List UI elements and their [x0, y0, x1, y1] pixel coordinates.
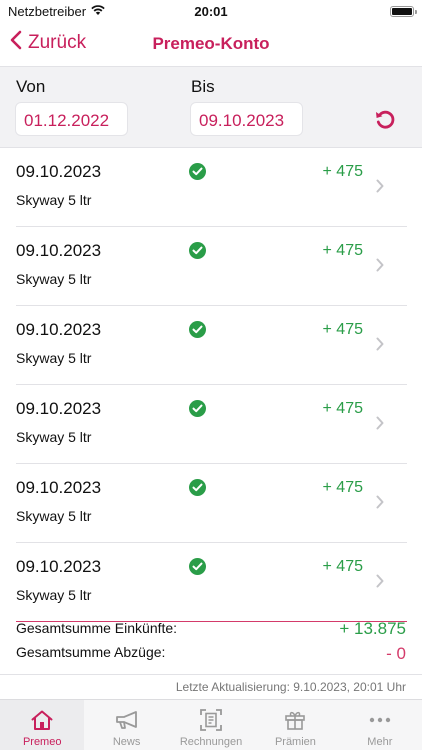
check-circle-icon [189, 479, 206, 496]
tab-label: Prämien [274, 736, 316, 748]
receipt-scan-icon [199, 708, 223, 732]
clock: 20:01 [194, 4, 228, 19]
transaction-row[interactable]: 09.10.2023 Skyway 5 ltr + 475 [0, 464, 422, 543]
transaction-date: 09.10.2023 [16, 478, 102, 497]
tab-rechnungen[interactable]: Rechnungen [169, 700, 253, 750]
chevron-right-icon [376, 337, 384, 356]
transaction-description: Skyway 5 ltr [16, 271, 92, 287]
check-circle-icon [189, 558, 206, 575]
tab-news[interactable]: News [84, 700, 168, 750]
tab-premeo[interactable]: Premeo [0, 700, 85, 750]
check-circle-icon [189, 321, 206, 338]
gift-icon [284, 708, 306, 732]
tab-label: Premeo [22, 736, 62, 748]
reset-filter-button[interactable] [371, 107, 399, 135]
chevron-right-icon [376, 574, 384, 593]
income-total-label: Gesamtsumme Einkünfte: [16, 620, 178, 636]
transaction-row[interactable]: 09.10.2023 Skyway 5 ltr + 475 [0, 543, 422, 622]
from-date-field[interactable]: 01.12.2022 [15, 102, 128, 136]
transaction-amount: + 475 [322, 479, 363, 496]
transaction-amount: + 475 [322, 400, 363, 417]
tab-label: News [112, 736, 141, 748]
transaction-row[interactable]: 09.10.2023 Skyway 5 ltr + 475 [0, 227, 422, 306]
refresh-icon [373, 107, 397, 136]
from-label: Von [16, 77, 46, 96]
tab-bar: Premeo News Rechnungen Prämien Mehr [0, 699, 422, 750]
chevron-right-icon [376, 179, 384, 198]
chevron-right-icon [376, 495, 384, 514]
date-filter: Von 01.12.2022 Bis 09.10.2023 [0, 66, 422, 148]
transaction-list: 09.10.2023 Skyway 5 ltr + 475 09.10.2023… [0, 148, 422, 622]
tab-label: Rechnungen [179, 736, 243, 748]
transaction-amount: + 475 [322, 242, 363, 259]
chevron-right-icon [376, 258, 384, 277]
transaction-description: Skyway 5 ltr [16, 508, 92, 524]
megaphone-icon [114, 708, 140, 732]
tab-praemien[interactable]: Prämien [253, 700, 337, 750]
tab-mehr[interactable]: Mehr [338, 700, 422, 750]
home-icon [30, 708, 54, 732]
divider [0, 674, 422, 675]
chevron-right-icon [376, 416, 384, 435]
income-total-value: + 13.875 [339, 619, 406, 638]
tab-label: Mehr [367, 736, 393, 748]
transaction-description: Skyway 5 ltr [16, 192, 92, 208]
transaction-amount: + 475 [322, 163, 363, 180]
transaction-date: 09.10.2023 [16, 241, 102, 260]
transaction-date: 09.10.2023 [16, 320, 102, 339]
chevron-left-icon [10, 30, 22, 56]
transaction-date: 09.10.2023 [16, 399, 102, 418]
to-label: Bis [191, 77, 215, 96]
deductions-total-label: Gesamtsumme Abzüge: [16, 644, 166, 660]
to-date-field[interactable]: 09.10.2023 [190, 102, 303, 136]
transaction-description: Skyway 5 ltr [16, 429, 92, 445]
check-circle-icon [189, 163, 206, 180]
deductions-total-value: - 0 [386, 644, 406, 663]
more-icon [369, 708, 391, 732]
transaction-date: 09.10.2023 [16, 162, 102, 181]
navigation-bar: Zurück Premeo-Konto [0, 24, 422, 66]
check-circle-icon [189, 400, 206, 417]
battery-icon [390, 6, 417, 17]
transaction-description: Skyway 5 ltr [16, 350, 92, 366]
transaction-row[interactable]: 09.10.2023 Skyway 5 ltr + 475 [0, 148, 422, 227]
transaction-row[interactable]: 09.10.2023 Skyway 5 ltr + 475 [0, 306, 422, 385]
transaction-description: Skyway 5 ltr [16, 587, 92, 603]
check-circle-icon [189, 242, 206, 259]
transaction-amount: + 475 [322, 321, 363, 338]
transaction-date: 09.10.2023 [16, 557, 102, 576]
back-button[interactable]: Zurück [10, 30, 86, 56]
transaction-amount: + 475 [322, 558, 363, 575]
status-bar: Netzbetreiber 20:01 [0, 0, 422, 24]
last-update-text: Letzte Aktualisierung: 9.10.2023, 20:01 … [175, 680, 406, 694]
back-button-label: Zurück [28, 32, 87, 53]
transaction-row[interactable]: 09.10.2023 Skyway 5 ltr + 475 [0, 385, 422, 464]
